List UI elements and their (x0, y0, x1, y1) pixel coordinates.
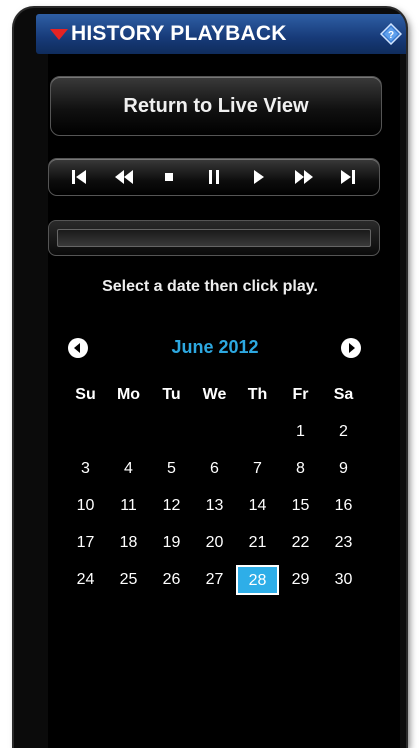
calendar-week-row: 3 4 5 6 7 8 9 (64, 456, 365, 493)
calendar-day-empty (236, 419, 279, 456)
calendar-day[interactable]: 21 (236, 530, 279, 567)
triangle-down-icon[interactable] (50, 28, 68, 40)
calendar-day[interactable]: 25 (107, 567, 150, 604)
calendar-day-empty (64, 419, 107, 456)
calendar-day[interactable]: 26 (150, 567, 193, 604)
next-month-icon[interactable] (340, 337, 362, 359)
weekday-header-row: Su Mo Tu We Th Fr Sa (64, 382, 365, 419)
calendar-day[interactable]: 20 (193, 530, 236, 567)
svg-text:?: ? (388, 30, 394, 41)
weekday-label: Sa (333, 386, 354, 403)
calendar-day[interactable]: 16 (322, 493, 365, 530)
calendar-day[interactable]: 5 (150, 456, 193, 493)
weekday-label: We (202, 386, 227, 403)
calendar-day-empty (150, 419, 193, 456)
previous-month-icon[interactable] (67, 337, 89, 359)
panel-title: HISTORY PLAYBACK (71, 22, 287, 45)
calendar-day-empty (107, 419, 150, 456)
calendar-day[interactable]: 8 (279, 456, 322, 493)
weekday-label: Tu (162, 386, 181, 403)
rewind-icon[interactable] (109, 162, 139, 192)
stop-icon[interactable] (154, 162, 184, 192)
play-icon[interactable] (244, 162, 274, 192)
weekday-label: Mo (116, 386, 141, 403)
instruction-text: Select a date then click play. (102, 278, 318, 295)
weekday-label: Th (247, 386, 268, 403)
calendar-day[interactable]: 14 (236, 493, 279, 530)
weekday-label: Su (75, 386, 96, 403)
pause-icon[interactable] (199, 162, 229, 192)
calendar-week-row: 1 2 (64, 419, 365, 456)
playback-transport-bar (48, 158, 380, 196)
calendar-day[interactable]: 30 (322, 567, 365, 604)
calendar-week-row: 24 25 26 27 28 29 30 (64, 565, 365, 604)
calendar-grid: Su Mo Tu We Th Fr Sa 1 2 3 4 5 6 7 8 9 1… (64, 382, 365, 604)
skip-to-start-icon[interactable] (64, 162, 94, 192)
panel-header[interactable]: HISTORY PLAYBACK ? (36, 14, 406, 54)
progress-track[interactable] (57, 229, 371, 247)
calendar-day-selected[interactable]: 28 (236, 565, 279, 595)
month-year-label: June 2012 (171, 337, 259, 357)
diamond-help-icon[interactable]: ? (380, 23, 402, 45)
calendar-day[interactable]: 9 (322, 456, 365, 493)
calendar-day[interactable]: 15 (279, 493, 322, 530)
calendar-day[interactable]: 6 (193, 456, 236, 493)
calendar-day[interactable]: 24 (64, 567, 107, 604)
return-to-live-view-button[interactable]: Return to Live View (50, 76, 382, 136)
calendar-week-row: 10 11 12 13 14 15 16 (64, 493, 365, 530)
calendar-day[interactable]: 11 (107, 493, 150, 530)
weekday-label: Fr (292, 386, 309, 403)
calendar-day[interactable]: 27 (193, 567, 236, 604)
skip-to-end-icon[interactable] (333, 162, 363, 192)
calendar-day[interactable]: 3 (64, 456, 107, 493)
calendar-day[interactable]: 13 (193, 493, 236, 530)
calendar-day[interactable]: 1 (279, 419, 322, 456)
calendar-day[interactable]: 4 (107, 456, 150, 493)
calendar-day[interactable]: 12 (150, 493, 193, 530)
calendar-day[interactable]: 2 (322, 419, 365, 456)
calendar-day[interactable]: 10 (64, 493, 107, 530)
calendar-week-row: 17 18 19 20 21 22 23 (64, 530, 365, 567)
calendar-day-empty (193, 419, 236, 456)
fast-forward-icon[interactable] (289, 162, 319, 192)
calendar-day[interactable]: 23 (322, 530, 365, 567)
calendar-day[interactable]: 29 (279, 567, 322, 604)
calendar-day[interactable]: 18 (107, 530, 150, 567)
calendar-day[interactable]: 22 (279, 530, 322, 567)
calendar-day[interactable]: 17 (64, 530, 107, 567)
calendar-day[interactable]: 19 (150, 530, 193, 567)
calendar-day[interactable]: 7 (236, 456, 279, 493)
playback-progress-slider[interactable] (48, 220, 380, 256)
